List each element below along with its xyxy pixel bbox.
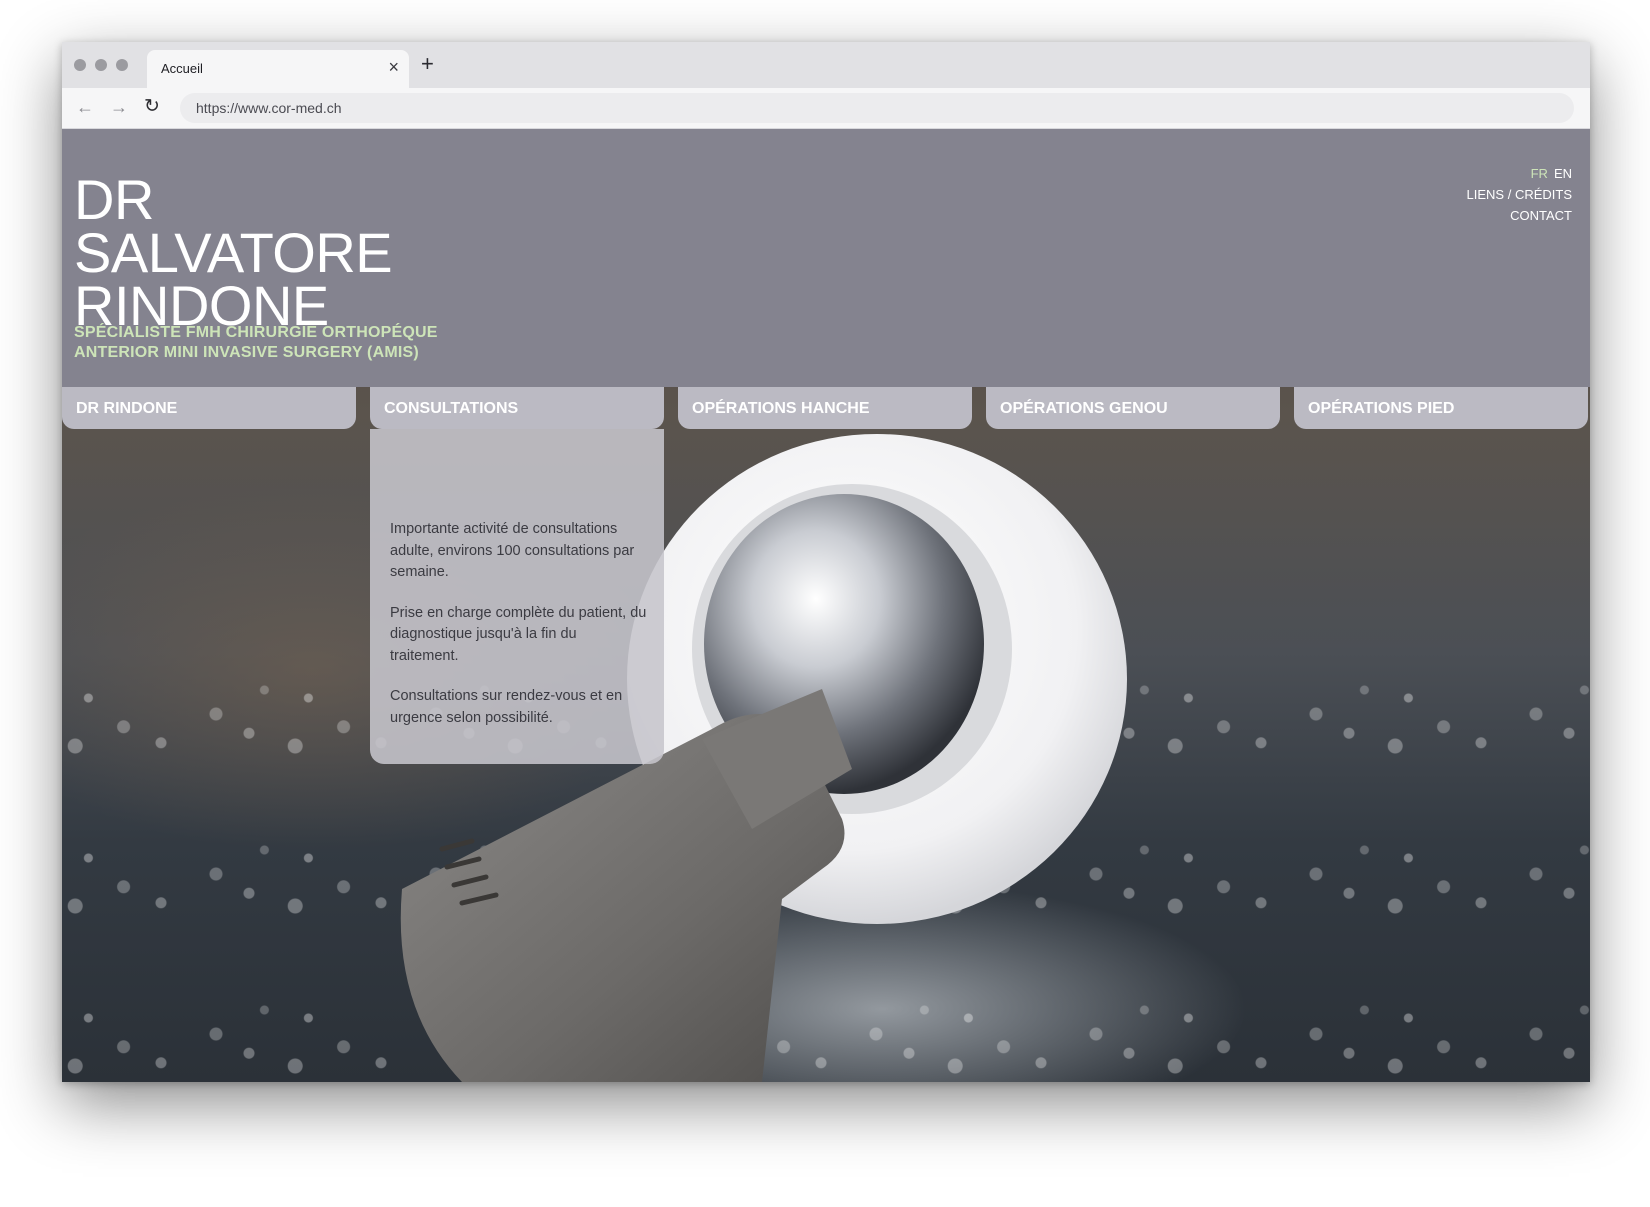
consultations-paragraph: Consultations sur rendez-vous et en urge… bbox=[390, 688, 623, 726]
consultations-panel: Importante activité de consultations adu… bbox=[370, 429, 664, 764]
links-credits-link[interactable]: LIENS / CRÉDITS bbox=[1467, 187, 1572, 202]
address-bar[interactable]: https://www.cor-med.ch bbox=[180, 93, 1574, 123]
tab-dr-rindone[interactable]: DR RINDONE bbox=[62, 387, 356, 429]
tab-operations-pied[interactable]: OPÉRATIONS PIED bbox=[1294, 387, 1588, 429]
window-zoom-dot[interactable] bbox=[116, 59, 128, 71]
tab-operations-hanche[interactable]: OPÉRATIONS HANCHE bbox=[678, 387, 972, 429]
doctor-name-line-1: DR bbox=[74, 168, 154, 231]
browser-toolbar: ← → ↻ https://www.cor-med.ch bbox=[62, 88, 1590, 129]
top-links: FR EN LIENS / CRÉDITS CONTACT bbox=[1467, 163, 1572, 226]
browser-window: Accueil × + ← → ↻ https://www.cor-med.ch bbox=[62, 42, 1590, 1082]
browser-tab[interactable]: Accueil × bbox=[147, 50, 409, 88]
lang-fr-link[interactable]: FR bbox=[1531, 166, 1548, 181]
amis-subtitle: ANTERIOR MINI INVASIVE SURGERY (AMIS) bbox=[74, 344, 419, 361]
specialty-subtitle: SPÉCIALISTE FMH CHIRURGIE ORTHOPÉQUE bbox=[74, 324, 438, 341]
url-text: https://www.cor-med.ch bbox=[196, 100, 342, 116]
lang-en-link[interactable]: EN bbox=[1554, 166, 1572, 181]
doctor-name-line-2: SALVATORE bbox=[74, 221, 393, 284]
tab-operations-genou[interactable]: OPÉRATIONS GENOU bbox=[986, 387, 1280, 429]
web-page: DR SALVATORE RINDONE SPÉCIALISTE FMH CHI… bbox=[62, 129, 1590, 1082]
language-switcher: FR EN bbox=[1467, 163, 1572, 184]
consultations-paragraph: Prise en charge complète du patient, du … bbox=[390, 604, 647, 664]
forward-arrow-icon[interactable]: → bbox=[110, 96, 128, 118]
new-tab-icon[interactable]: + bbox=[421, 52, 434, 76]
tab-consultations[interactable]: CONSULTATIONS bbox=[370, 387, 664, 429]
tab-bar: Accueil × + bbox=[62, 42, 1590, 88]
window-minimize-dot[interactable] bbox=[95, 59, 107, 71]
reload-icon[interactable]: ↻ bbox=[144, 96, 160, 118]
consultations-paragraph: Importante activité de consultations adu… bbox=[390, 521, 635, 580]
back-arrow-icon[interactable]: ← bbox=[76, 96, 94, 118]
tab-title: Accueil bbox=[161, 61, 203, 76]
contact-link[interactable]: CONTACT bbox=[1510, 208, 1572, 223]
close-tab-icon[interactable]: × bbox=[388, 56, 399, 78]
doctor-name: DR SALVATORE RINDONE bbox=[74, 168, 393, 334]
main-navigation: DR RINDONE CONSULTATIONS OPÉRATIONS HANC… bbox=[62, 387, 1590, 429]
site-header: DR SALVATORE RINDONE SPÉCIALISTE FMH CHI… bbox=[62, 129, 1590, 387]
window-close-dot[interactable] bbox=[74, 59, 86, 71]
